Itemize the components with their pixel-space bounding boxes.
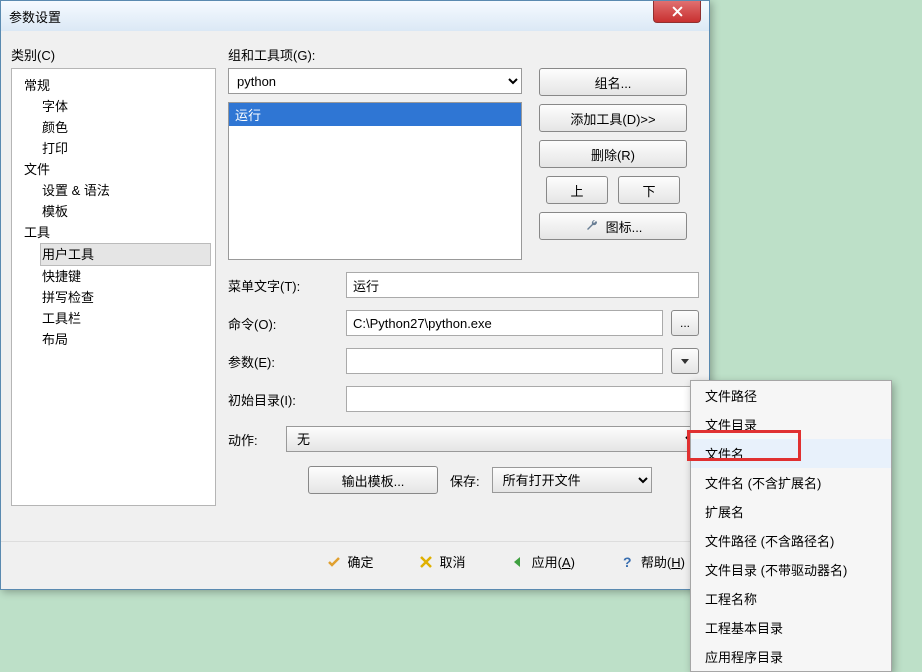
output-template-button[interactable]: 输出模板... bbox=[308, 466, 438, 494]
command-input[interactable] bbox=[346, 310, 663, 336]
dialog-body: 类别(C) 常规字体颜色打印文件设置 & 语法模板工具用户工具快捷键拼写检查工具… bbox=[1, 31, 709, 531]
tree-item[interactable]: 布局 bbox=[40, 329, 211, 350]
menu-text-input[interactable] bbox=[346, 272, 699, 298]
help-button[interactable]: ? 帮助(H) bbox=[619, 552, 685, 571]
command-label: 命令(O): bbox=[228, 314, 338, 333]
chevron-down-icon bbox=[681, 359, 689, 364]
tool-list[interactable]: 运行 bbox=[228, 102, 522, 260]
icon-button[interactable]: 图标... bbox=[539, 212, 687, 240]
tree-item[interactable]: 字体 bbox=[40, 96, 211, 117]
popup-menu-item[interactable]: 工程基本目录 bbox=[691, 613, 891, 642]
dialog-button-bar: 确定 取消 应用(A) ? 帮助(H) bbox=[1, 541, 709, 581]
close-icon bbox=[672, 6, 683, 17]
save-select[interactable]: 所有打开文件 bbox=[492, 467, 652, 493]
popup-menu-item[interactable]: 工程名称 bbox=[691, 584, 891, 613]
cancel-button[interactable]: 取消 bbox=[418, 552, 466, 571]
question-icon: ? bbox=[619, 554, 635, 570]
popup-menu-item[interactable]: 文件名 (不含扩展名) bbox=[691, 468, 891, 497]
popup-menu-item[interactable]: 文件目录 bbox=[691, 410, 891, 439]
category-panel: 类别(C) 常规字体颜色打印文件设置 & 语法模板工具用户工具快捷键拼写检查工具… bbox=[11, 45, 216, 531]
delete-button[interactable]: 删除(R) bbox=[539, 140, 687, 168]
popup-menu-item[interactable]: 应用程序目录 bbox=[691, 642, 891, 671]
tree-item[interactable]: 工具栏 bbox=[40, 308, 211, 329]
check-icon bbox=[326, 554, 342, 570]
window-title: 参数设置 bbox=[9, 7, 61, 26]
tree-item[interactable]: 用户工具 bbox=[40, 243, 211, 266]
tool-list-item[interactable]: 运行 bbox=[229, 103, 521, 126]
category-tree[interactable]: 常规字体颜色打印文件设置 & 语法模板工具用户工具快捷键拼写检查工具栏布局 bbox=[11, 68, 216, 506]
tree-group-label[interactable]: 文件 bbox=[22, 159, 211, 180]
menu-text-label: 菜单文字(T): bbox=[228, 276, 338, 295]
argument-dropdown-button[interactable] bbox=[671, 348, 699, 374]
action-select[interactable]: 无 bbox=[286, 426, 699, 452]
group-select[interactable]: python bbox=[228, 68, 522, 94]
category-label: 类别(C) bbox=[11, 45, 216, 64]
action-label: 动作: bbox=[228, 430, 276, 449]
svg-text:?: ? bbox=[623, 554, 632, 570]
save-label: 保存: bbox=[450, 471, 480, 490]
group-name-button[interactable]: 组名... bbox=[539, 68, 687, 96]
popup-menu-item[interactable]: 文件路径 (不含路径名) bbox=[691, 526, 891, 555]
titlebar: 参数设置 bbox=[1, 1, 709, 31]
tool-panel: 组和工具项(G): python 运行 组名... 添加工具(D)>> 删除(R… bbox=[228, 45, 699, 531]
initdir-input[interactable] bbox=[346, 386, 699, 412]
initdir-label: 初始目录(I): bbox=[228, 390, 338, 409]
apply-button[interactable]: 应用(A) bbox=[510, 552, 575, 571]
tree-item[interactable]: 设置 & 语法 bbox=[40, 180, 211, 201]
tree-item[interactable]: 拼写检查 bbox=[40, 287, 211, 308]
ok-button[interactable]: 确定 bbox=[326, 552, 374, 571]
popup-menu-item[interactable]: 文件目录 (不带驱动器名) bbox=[691, 555, 891, 584]
command-browse-button[interactable]: ... bbox=[671, 310, 699, 336]
close-button[interactable] bbox=[653, 1, 701, 23]
tree-item[interactable]: 打印 bbox=[40, 138, 211, 159]
argument-label: 参数(E): bbox=[228, 352, 338, 371]
group-label: 组和工具项(G): bbox=[228, 45, 699, 64]
move-up-button[interactable]: 上 bbox=[546, 176, 608, 204]
argument-input[interactable] bbox=[346, 348, 663, 374]
add-tool-button[interactable]: 添加工具(D)>> bbox=[539, 104, 687, 132]
move-down-button[interactable]: 下 bbox=[618, 176, 680, 204]
tree-item[interactable]: 颜色 bbox=[40, 117, 211, 138]
argument-popup-menu[interactable]: 文件路径文件目录文件名文件名 (不含扩展名)扩展名文件路径 (不含路径名)文件目… bbox=[690, 380, 892, 672]
popup-menu-item[interactable]: 文件名 bbox=[691, 439, 891, 468]
tree-item[interactable]: 模板 bbox=[40, 201, 211, 222]
x-icon bbox=[418, 554, 434, 570]
arrow-left-icon bbox=[510, 554, 526, 570]
wrench-icon bbox=[584, 218, 600, 234]
popup-menu-item[interactable]: 扩展名 bbox=[691, 497, 891, 526]
tree-group-label[interactable]: 工具 bbox=[22, 222, 211, 243]
popup-menu-item[interactable]: 文件路径 bbox=[691, 381, 891, 410]
tree-group-label[interactable]: 常规 bbox=[22, 75, 211, 96]
settings-dialog: 参数设置 类别(C) 常规字体颜色打印文件设置 & 语法模板工具用户工具快捷键拼… bbox=[0, 0, 710, 590]
tree-item[interactable]: 快捷键 bbox=[40, 266, 211, 287]
